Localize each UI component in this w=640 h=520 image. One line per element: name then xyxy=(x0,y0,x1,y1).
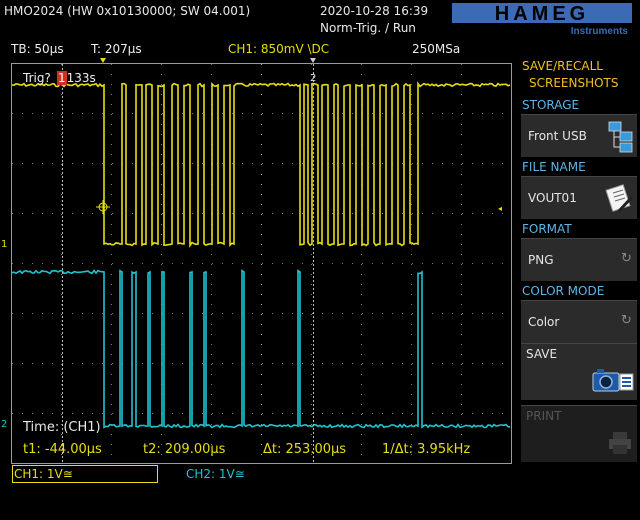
trigger-value: 1133s xyxy=(57,71,96,85)
cursor-t1: t1: -44.00µs xyxy=(23,442,102,457)
cursor-2-label: 2 xyxy=(310,73,316,84)
filename-button[interactable]: VOUT01 xyxy=(521,176,637,219)
format-value: PNG xyxy=(528,253,554,267)
rotate-icon: ↻ xyxy=(621,313,632,328)
svg-text:◂: ◂ xyxy=(498,204,502,213)
save-label: SAVE xyxy=(526,347,558,361)
storage-value: Front USB xyxy=(528,129,587,143)
filename-value: VOUT01 xyxy=(528,191,577,205)
cursor-delta-t: Δt: 253.00µs xyxy=(263,442,347,457)
colormode-title: COLOR MODE xyxy=(522,284,605,298)
trigger-position-marker xyxy=(100,58,106,63)
cursor-1-label: 1 xyxy=(57,71,67,85)
menu-title-line2: SCREENSHOTS xyxy=(529,76,619,90)
save-button[interactable]: SAVE xyxy=(521,343,637,400)
print-button[interactable]: PRINT xyxy=(521,405,637,462)
notepad-pen-icon xyxy=(605,184,634,213)
filename-title: FILE NAME xyxy=(522,160,586,174)
graticule-frame xyxy=(11,63,512,464)
format-title: FORMAT xyxy=(522,222,572,236)
trigger-point-marker xyxy=(96,200,110,214)
graticule-grid xyxy=(12,64,503,455)
camera-icon xyxy=(592,369,634,392)
storage-button[interactable]: Front USB xyxy=(521,114,637,157)
center-marker xyxy=(310,58,316,63)
trigger-label: Trig? xyxy=(23,71,51,85)
storage-title: STORAGE xyxy=(522,98,580,112)
ch2-ground-marker: 2 xyxy=(1,419,7,430)
rotate-icon: ↻ xyxy=(621,251,632,266)
ch2-scale[interactable]: CH2: 1V≅ xyxy=(186,467,245,481)
cursor-frequency: 1/Δt: 3.95kHz xyxy=(382,442,471,457)
usb-folders-icon xyxy=(608,121,633,153)
colormode-value: Color xyxy=(528,315,560,329)
print-label: PRINT xyxy=(526,409,562,423)
printer-icon xyxy=(609,432,631,454)
ch1-ground-marker: 1 xyxy=(1,239,7,250)
ch1-scale: CH1: 1V≅ xyxy=(14,467,73,481)
colormode-button[interactable]: Color ↻ xyxy=(521,300,637,343)
ch1-scale-box[interactable]: CH1: 1V≅ xyxy=(12,465,158,483)
cursor-title: Time: (CH1) xyxy=(23,420,101,435)
format-button[interactable]: PNG ↻ xyxy=(521,238,637,281)
menu-title-line1: SAVE/RECALL xyxy=(522,59,603,73)
cursor-t2: t2: 209.00µs xyxy=(143,442,226,457)
